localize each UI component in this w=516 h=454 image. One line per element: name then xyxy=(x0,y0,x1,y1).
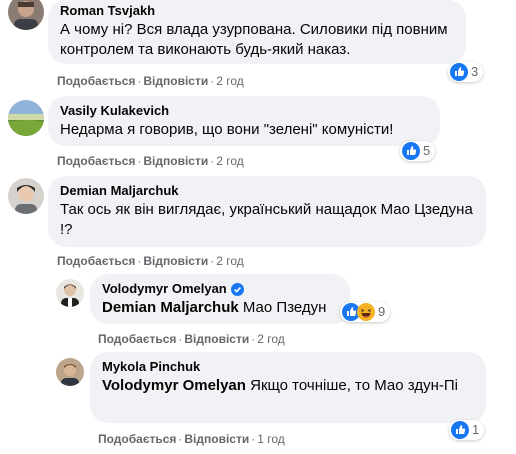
avatar[interactable] xyxy=(56,358,84,386)
comment-actions: Подобається · Відповісти · 2 год xyxy=(57,74,244,88)
like-icon xyxy=(450,63,468,81)
reply-link[interactable]: Відповісти xyxy=(143,254,208,268)
avatar[interactable] xyxy=(8,0,44,30)
comment-author[interactable]: Demian Maljarchuk xyxy=(60,183,474,199)
comment-time[interactable]: 2 год xyxy=(216,154,244,168)
comment-actions: Подобається · Відповісти · 2 год xyxy=(57,154,244,168)
comment-time[interactable]: 2 год xyxy=(216,254,244,268)
haha-icon xyxy=(357,303,375,321)
like-link[interactable]: Подобається xyxy=(57,154,135,168)
comment-text: Demian Maljarchuk Мао Пзедун xyxy=(102,299,327,316)
like-link[interactable]: Подобається xyxy=(98,432,176,446)
reply-link[interactable]: Відповісти xyxy=(184,432,249,446)
comment-author[interactable]: Mykola Pinchuk xyxy=(102,359,474,375)
comment-actions: Подобається · Відповісти · 2 год xyxy=(98,332,285,346)
reaction-count: 9 xyxy=(378,304,386,319)
like-link[interactable]: Подобається xyxy=(57,254,135,268)
reply-bubble: Volodymyr Omelyan Demian Maljarchuk Мао … xyxy=(90,274,350,324)
comment-time[interactable]: 1 год xyxy=(257,432,285,446)
reaction-count: 1 xyxy=(472,422,480,437)
avatar[interactable] xyxy=(8,100,44,136)
comment-time[interactable]: 2 год xyxy=(257,332,285,346)
like-link[interactable]: Подобається xyxy=(98,332,176,346)
reaction-summary[interactable]: 5 xyxy=(400,141,436,161)
avatar[interactable] xyxy=(8,178,44,214)
reaction-summary[interactable]: 9 xyxy=(340,302,391,322)
comment-time[interactable]: 2 год xyxy=(216,74,244,88)
comment-actions: Подобається · Відповісти · 2 год xyxy=(57,254,244,268)
reaction-summary[interactable]: 1 xyxy=(449,420,485,440)
reply-link[interactable]: Відповісти xyxy=(143,74,208,88)
like-icon xyxy=(402,142,420,160)
reaction-count: 3 xyxy=(471,64,479,79)
comment-bubble: Vasily Kulakevich Недарма я говорив, що … xyxy=(48,96,440,146)
comment-text: Недарма я говорив, що вони "зелені" кому… xyxy=(60,121,394,138)
like-icon xyxy=(451,421,469,439)
comment-text: Так ось як він виглядає, український нащ… xyxy=(60,201,473,238)
mention-link[interactable]: Demian Maljarchuk xyxy=(102,299,239,316)
like-link[interactable]: Подобається xyxy=(57,74,135,88)
mention-link[interactable]: Volodymyr Omelyan xyxy=(102,377,246,394)
comment-bubble: Roman Tsvjakh А чому ні? Вся влада узурп… xyxy=(48,0,466,64)
reply-link[interactable]: Відповісти xyxy=(143,154,208,168)
comment-author[interactable]: Roman Tsvjakh xyxy=(60,3,454,19)
comment-text: Volodymyr Omelyan Якщо точніше, то Мао з… xyxy=(102,377,458,394)
reaction-summary[interactable]: 3 xyxy=(448,62,484,82)
comment-bubble: Demian Maljarchuk Так ось як він вигляда… xyxy=(48,176,486,247)
reply-bubble: Mykola Pinchuk Volodymyr Omelyan Якщо то… xyxy=(90,352,486,423)
verified-badge-icon xyxy=(230,282,244,296)
comment-text: А чому ні? Вся влада узурпована. Силовик… xyxy=(60,21,448,58)
avatar[interactable] xyxy=(56,279,84,307)
comment-author[interactable]: Vasily Kulakevich xyxy=(60,103,428,119)
reaction-count: 5 xyxy=(423,143,431,158)
reply-link[interactable]: Відповісти xyxy=(184,332,249,346)
comment-author[interactable]: Volodymyr Omelyan xyxy=(102,281,338,297)
comment-actions: Подобається · Відповісти · 1 год xyxy=(98,432,285,446)
